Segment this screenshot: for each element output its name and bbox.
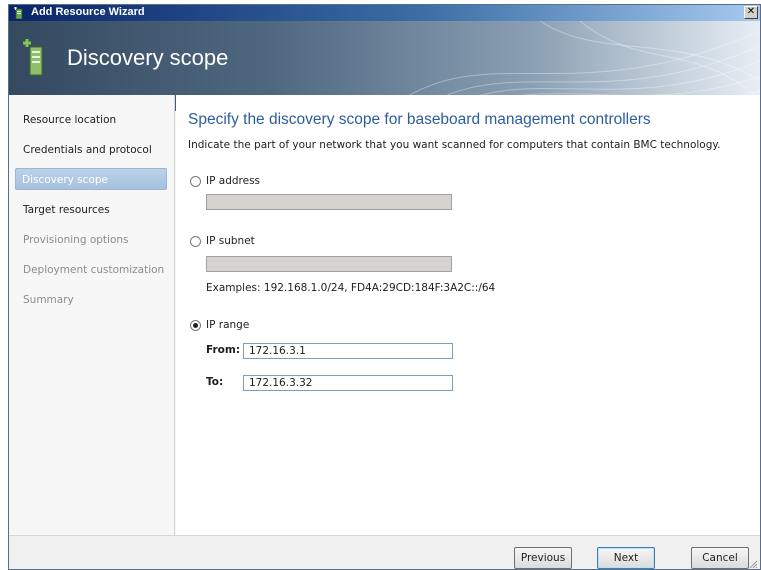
content-pane: Specify the discovery scope for baseboar… bbox=[176, 95, 760, 535]
wizard-footer: Previous Next Cancel bbox=[9, 535, 760, 569]
nav-step-provisioning-options: Provisioning options bbox=[23, 234, 129, 246]
previous-button[interactable]: Previous bbox=[514, 547, 572, 569]
nav-step-summary: Summary bbox=[23, 294, 74, 306]
title-bar[interactable]: Add Resource Wizard ✕ bbox=[9, 5, 760, 21]
close-button[interactable]: ✕ bbox=[744, 6, 758, 19]
ip-range-label[interactable]: IP range bbox=[206, 319, 249, 331]
nav-step-resource-location[interactable]: Resource location bbox=[17, 109, 165, 131]
ip-address-radio[interactable] bbox=[190, 176, 201, 187]
cancel-button[interactable]: Cancel bbox=[691, 547, 749, 569]
section-heading: Specify the discovery scope for baseboar… bbox=[188, 111, 651, 128]
resize-grip-icon[interactable] bbox=[748, 559, 758, 569]
wizard-app-icon bbox=[14, 7, 23, 19]
wizard-step-nav: Resource location Credentials and protoc… bbox=[9, 95, 175, 535]
ip-range-from-input[interactable]: 172.16.3.1 bbox=[243, 343, 453, 359]
ip-address-input[interactable] bbox=[206, 194, 452, 210]
nav-step-target-resources: Target resources bbox=[23, 204, 110, 216]
wizard-window: Add Resource Wizard ✕ Discovery scope Re… bbox=[8, 4, 761, 570]
server-add-icon bbox=[23, 39, 43, 76]
ip-subnet-examples: Examples: 192.168.1.0/24, FD4A:29CD:184F… bbox=[206, 282, 496, 294]
next-button[interactable]: Next bbox=[597, 547, 655, 569]
close-icon: ✕ bbox=[746, 6, 756, 17]
ip-range-radio[interactable] bbox=[190, 320, 201, 331]
page-title: Discovery scope bbox=[67, 45, 229, 70]
ip-subnet-label[interactable]: IP subnet bbox=[206, 235, 255, 247]
window-title: Add Resource Wizard bbox=[31, 6, 145, 18]
nav-step-deployment-customization: Deployment customization bbox=[23, 264, 165, 276]
nav-step-discovery-scope[interactable]: Discovery scope bbox=[15, 168, 167, 190]
ip-subnet-radio[interactable] bbox=[190, 236, 201, 247]
ip-range-to-input[interactable]: 172.16.3.32 bbox=[243, 375, 453, 391]
nav-step-credentials-and-protocol[interactable]: Credentials and protocol bbox=[17, 139, 165, 161]
ip-subnet-input[interactable] bbox=[206, 256, 452, 272]
ip-address-label[interactable]: IP address bbox=[206, 175, 260, 187]
ip-range-to-label: To: bbox=[206, 376, 224, 388]
section-description: Indicate the part of your network that y… bbox=[188, 139, 721, 151]
ip-range-from-label: From: bbox=[206, 344, 241, 356]
